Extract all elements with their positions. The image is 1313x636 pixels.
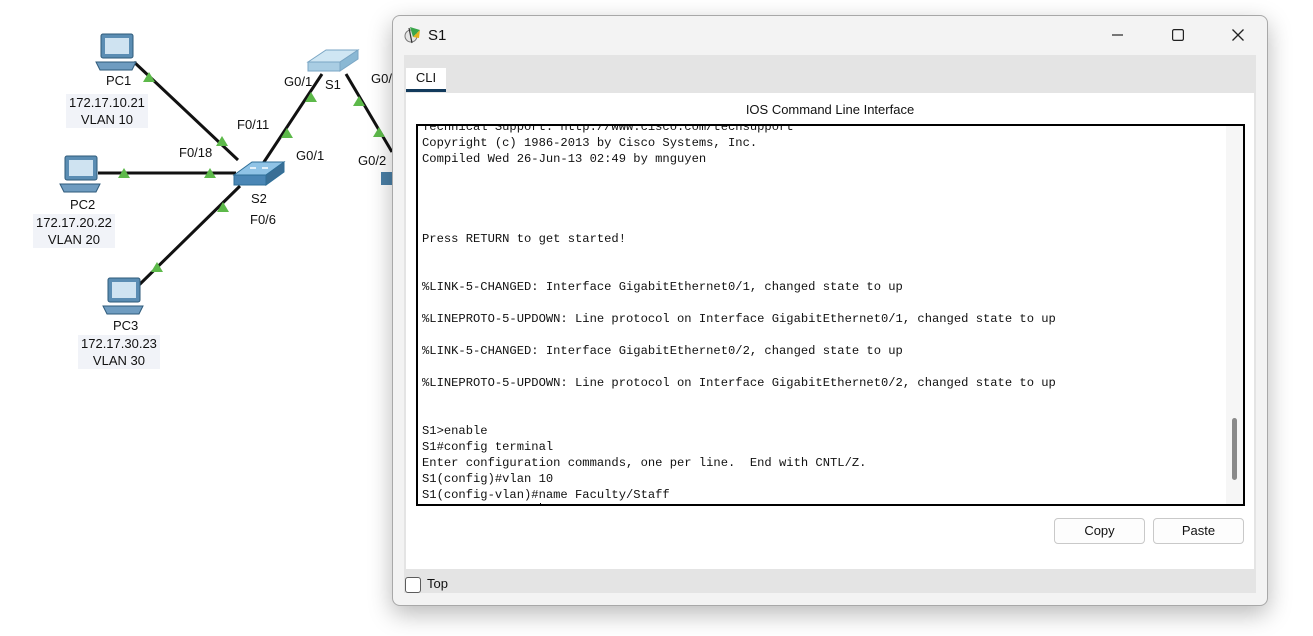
port-label-s2-g01: G0/1 (296, 148, 325, 163)
scrollbar-thumb[interactable] (1232, 418, 1237, 480)
terminal-line: Technical Support: http://www.cisco.com/… (422, 124, 794, 134)
port-label-f018: F0/18 (179, 145, 213, 160)
terminal-line: S1(config-vlan)#name Faculty/Staff (422, 488, 670, 502)
tab-bar: CLI (404, 55, 1256, 93)
terminal-line: %LINEPROTO-5-UPDOWN: Line protocol on In… (422, 312, 1056, 326)
paste-button[interactable]: Paste (1153, 518, 1244, 544)
port-label-s1-g01: G0/1 (284, 74, 313, 89)
window-titlebar[interactable]: S1 (393, 16, 1267, 54)
terminal-line: %LINK-5-CHANGED: Interface GigabitEthern… (422, 280, 903, 294)
terminal-line: Enter configuration commands, one per li… (422, 456, 867, 470)
port-label-f011: F0/11 (237, 117, 270, 132)
minimize-icon (1112, 34, 1123, 36)
top-checkbox[interactable] (405, 577, 421, 593)
maximize-icon (1172, 29, 1184, 41)
pc2-info: 172.17.20.22 VLAN 20 (33, 214, 115, 248)
pc2-vlan: VLAN 20 (47, 232, 100, 247)
pc3-name: PC3 (113, 318, 139, 333)
copy-button[interactable]: Copy (1054, 518, 1145, 544)
pc2-icon[interactable] (59, 155, 101, 193)
s2-switch-icon[interactable] (232, 161, 286, 186)
pc2-name: PC2 (70, 197, 96, 212)
terminal-output: Technical Support: http://www.cisco.com/… (422, 124, 1222, 504)
cli-terminal[interactable]: Technical Support: http://www.cisco.com/… (416, 124, 1245, 506)
packet-tracer-icon (404, 27, 420, 44)
pc1-name: PC1 (106, 73, 132, 88)
pc1-info: 172.17.10.21 VLAN 10 (66, 94, 148, 128)
tab-cli[interactable]: CLI (406, 68, 446, 92)
cli-panel: IOS Command Line Interface Technical Sup… (406, 93, 1254, 569)
router-icon[interactable] (381, 172, 392, 185)
pc3-icon[interactable] (102, 277, 144, 315)
panel-title: IOS Command Line Interface (745, 102, 915, 117)
port-up-icon (373, 127, 385, 137)
s1-name: S1 (325, 77, 341, 92)
terminal-line: Press RETURN to get started! (422, 232, 626, 246)
s1-switch-icon[interactable] (306, 49, 360, 72)
pc2-ip: 172.17.20.22 (36, 215, 112, 230)
terminal-scrollbar[interactable] (1226, 126, 1243, 504)
close-button[interactable] (1215, 16, 1261, 54)
pc3-info: 172.17.30.23 VLAN 30 (78, 335, 160, 369)
s2-name: S2 (251, 191, 267, 206)
pc3-ip: 172.17.30.23 (81, 336, 157, 351)
terminal-line: S1(config)#vlan 10 (422, 472, 554, 486)
port-label-router-g02: G0/2 (358, 153, 387, 168)
pc3-vlan: VLAN 30 (92, 353, 145, 368)
port-label-f06: F0/6 (250, 212, 277, 227)
top-checkbox-label: Top (427, 576, 448, 591)
close-icon (1232, 29, 1244, 41)
port-label-s1-g02: G0/ (371, 71, 392, 86)
device-window: S1 CLI IOS Command Line Interface Techni… (392, 15, 1268, 606)
pc1-icon[interactable] (95, 33, 137, 71)
terminal-line: S1#config terminal (422, 440, 554, 454)
pc1-ip: 172.17.10.21 (69, 95, 145, 110)
terminal-line: %LINEPROTO-5-UPDOWN: Line protocol on In… (422, 376, 1056, 390)
pc1-vlan: VLAN 10 (80, 112, 133, 127)
terminal-line: Copyright (c) 1986-2013 by Cisco Systems… (422, 136, 758, 150)
maximize-button[interactable] (1155, 16, 1201, 54)
terminal-line: Compiled Wed 26-Jun-13 02:49 by mnguyen (422, 152, 707, 166)
terminal-line: %LINK-5-CHANGED: Interface GigabitEthern… (422, 344, 903, 358)
text-cursor (539, 503, 541, 504)
window-client-area: CLI IOS Command Line Interface Technical… (404, 55, 1256, 593)
terminal-line: S1>enable (422, 424, 488, 438)
terminal-line: S1(config-vlan)# (422, 503, 1222, 504)
minimize-button[interactable] (1095, 16, 1141, 54)
window-title: S1 (428, 27, 447, 44)
